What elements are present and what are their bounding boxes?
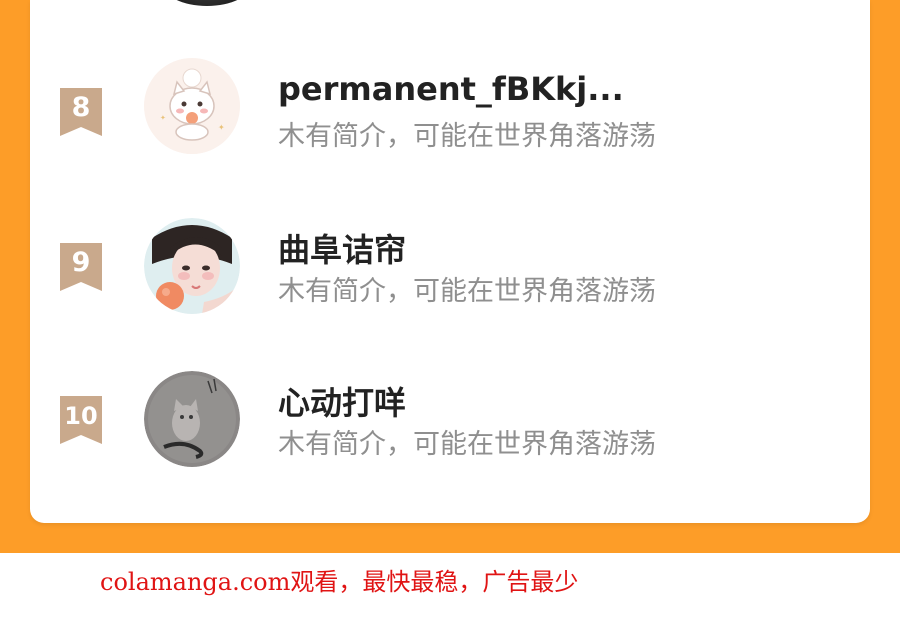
user-name[interactable]: 心动打咩 <box>278 378 406 424</box>
user-intro: 木有简介，可能在世界角落游荡 <box>278 429 656 460</box>
rank-number: 8 <box>71 92 91 123</box>
user-name[interactable]: 曲阜诘帘 <box>278 225 406 271</box>
footer-watermark-text: colamanga.com观看，最快最稳，广告最少 <box>100 568 579 596</box>
ranking-card: 8 ✦ ✦ permanent_fBKkj... 木有简介，可能在世界角落游荡 <box>30 0 870 523</box>
ranking-row[interactable]: 10 心动打咩 木有简介，可能在世界角落游荡 <box>30 348 870 478</box>
ranking-row[interactable]: 8 ✦ ✦ permanent_fBKkj... 木有简介，可能在世界角落游荡 <box>30 40 870 170</box>
ranking-row[interactable]: 9 曲阜诘帘 木有简介，可能在世界角落游荡 <box>30 195 870 325</box>
svg-text:✦: ✦ <box>160 114 166 122</box>
previous-avatar-edge <box>162 0 252 6</box>
user-intro: 木有简介，可能在世界角落游荡 <box>278 276 656 307</box>
rank-number: 9 <box>71 247 91 278</box>
girl-photo-avatar-icon[interactable] <box>144 218 240 314</box>
user-intro: 木有简介，可能在世界角落游荡 <box>278 121 656 152</box>
rank-badge: 8 <box>60 88 102 136</box>
rank-number: 10 <box>64 402 98 430</box>
svg-text:✦: ✦ <box>218 123 225 132</box>
rank-badge: 9 <box>60 243 102 291</box>
rank-badge: 10 <box>60 396 102 444</box>
cat-sticker-avatar-icon[interactable]: ✦ ✦ <box>144 58 240 154</box>
grey-cat-avatar-icon[interactable] <box>144 371 240 467</box>
user-name[interactable]: permanent_fBKkj... <box>278 70 624 108</box>
